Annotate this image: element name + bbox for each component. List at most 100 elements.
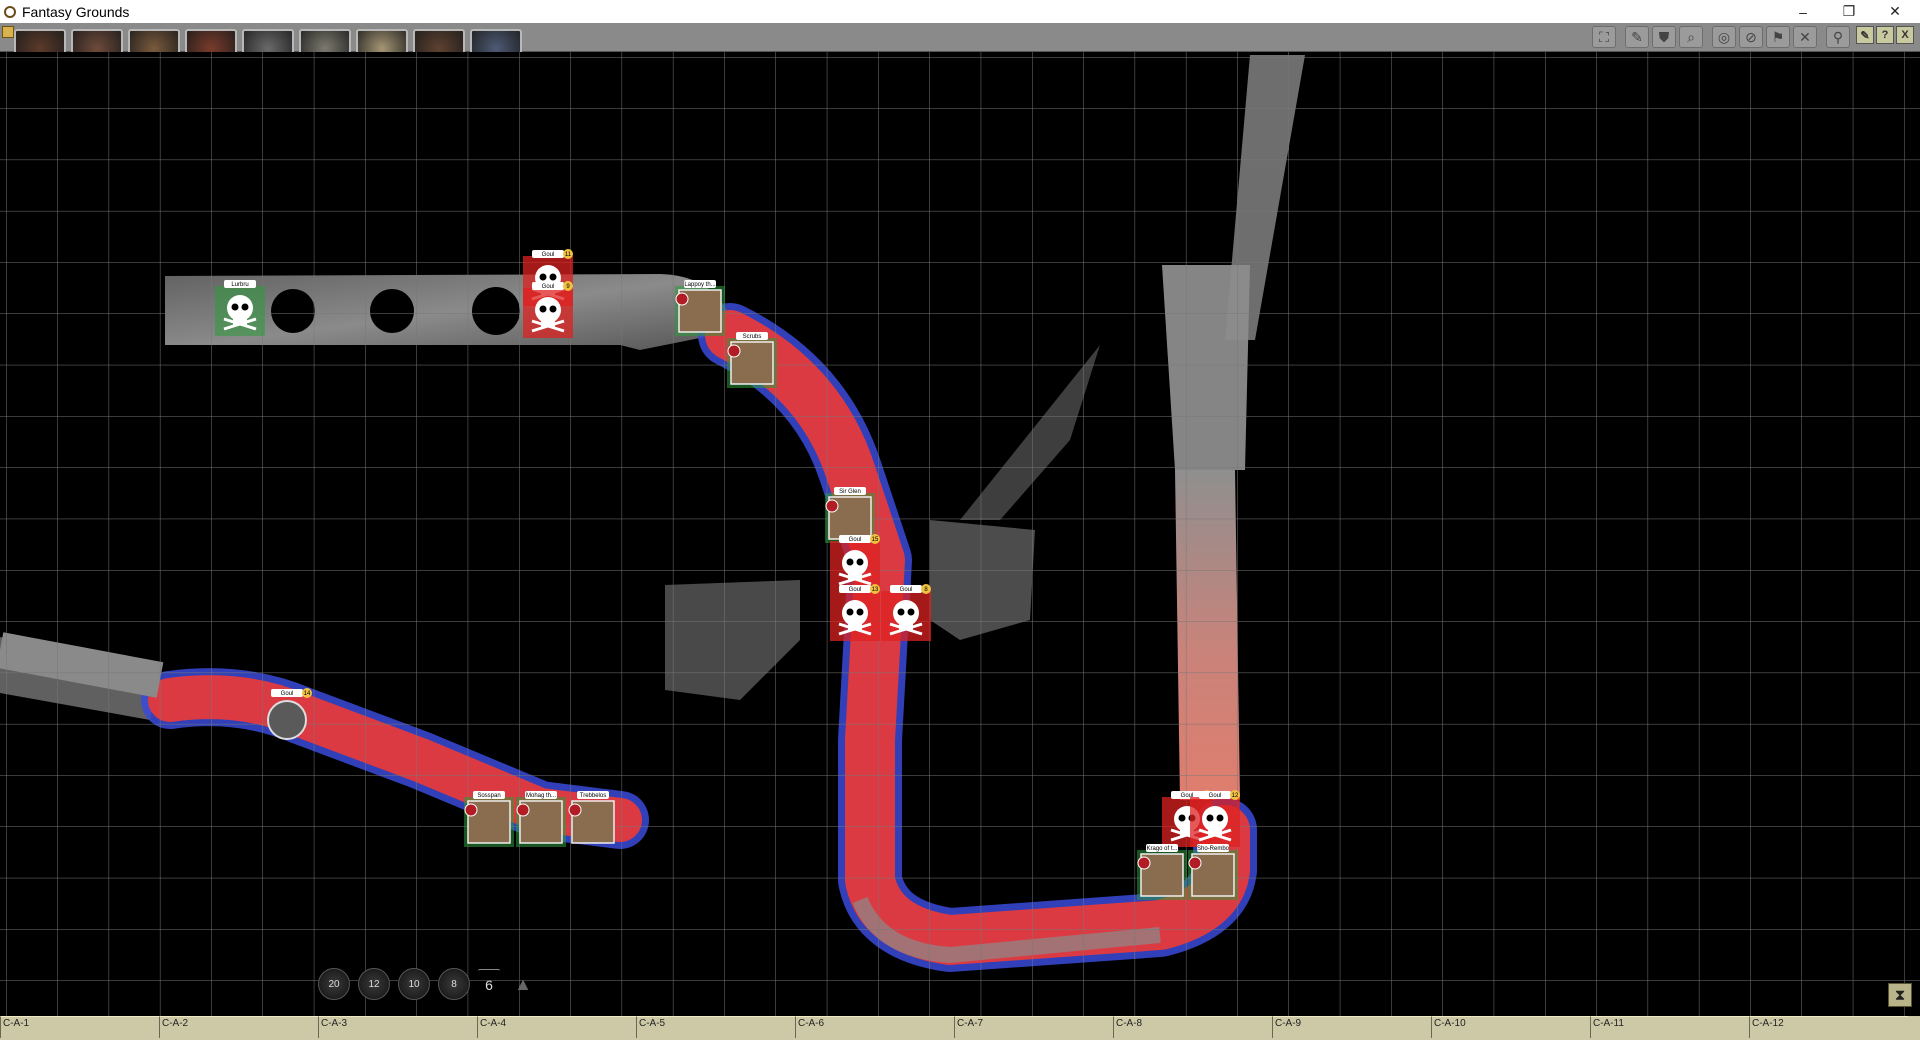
close-icon[interactable]: X <box>1896 26 1914 44</box>
dice-tray: 20 12 10 8 6 ▲ <box>318 968 538 1000</box>
map-tab-5[interactable]: C-A-5 <box>636 1016 795 1038</box>
token-8[interactable]: Goul 8 <box>881 584 931 641</box>
crossed-swords-icon[interactable]: ✕ <box>1793 26 1817 48</box>
shield-icon[interactable]: ⛊ <box>1652 26 1676 48</box>
map-tab-6[interactable]: C-A-6 <box>795 1016 954 1038</box>
fullscreen-icon[interactable]: ⛶ <box>1592 26 1616 48</box>
map-tab-1[interactable]: C-A-1 <box>0 1016 159 1038</box>
skull-eye <box>539 305 547 313</box>
npc-portrait <box>267 700 307 740</box>
app-icon <box>4 5 16 18</box>
token-15[interactable]: Krago of t... <box>1137 844 1187 900</box>
hourglass-icon[interactable]: ⧗ <box>1888 983 1912 1007</box>
lock-icon[interactable] <box>2 26 14 38</box>
token-name: Krago of t... <box>1146 846 1177 852</box>
die-2[interactable]: 10 <box>398 968 430 1000</box>
token-name: Sir Glen <box>839 489 861 495</box>
skull-eye <box>846 558 854 566</box>
skull-eye <box>549 305 557 313</box>
edit-icon[interactable]: ✎ <box>1856 26 1874 44</box>
token-2[interactable]: Goul 9 <box>523 281 573 338</box>
pin-icon[interactable]: ⚲ <box>1826 26 1850 48</box>
blood-drop-icon <box>727 344 741 358</box>
token-name: Goul <box>542 284 555 290</box>
token-7[interactable]: Goul 13 <box>830 584 880 641</box>
blood-drop-icon <box>1137 856 1151 870</box>
map-tab-2[interactable]: C-A-2 <box>159 1016 318 1038</box>
skull-eye <box>897 608 905 616</box>
skull-eye <box>231 303 239 311</box>
token-name: Goul <box>542 252 555 258</box>
initiative-value: 15 <box>872 537 879 543</box>
map-toolbar: ⛶ ✎ ⛊ ⌕ ◎ ⊘ ⚑ ✕ ⚲ <box>1592 26 1850 48</box>
map-tab-3[interactable]: C-A-3 <box>318 1016 477 1038</box>
map-tab-9[interactable]: C-A-9 <box>1272 1016 1431 1038</box>
token-name: Lurbru <box>231 282 248 288</box>
token-3[interactable]: Lappoy th... <box>675 280 725 336</box>
blood-drop-icon <box>464 803 478 817</box>
die-4[interactable]: 6 <box>478 968 500 1000</box>
map-tab-12[interactable]: C-A-12 <box>1749 1016 1908 1038</box>
skull-eye <box>241 303 249 311</box>
token-name: Goul <box>849 537 862 543</box>
token-name: Trebbelos <box>580 793 606 799</box>
map-tab-4[interactable]: C-A-4 <box>477 1016 636 1038</box>
token-name: Scrubs <box>743 334 762 340</box>
token-name: Sho-Rembo <box>1197 846 1230 852</box>
skull-eye <box>1178 814 1186 822</box>
window-title: Fantasy Grounds <box>22 3 130 20</box>
target-icon[interactable]: ◎ <box>1712 26 1736 48</box>
token-6[interactable]: Goul 15 <box>830 534 880 591</box>
blood-drop-icon <box>825 499 839 513</box>
skull-eye <box>856 558 864 566</box>
skull-eye <box>907 608 915 616</box>
token-name: Goul <box>849 587 862 593</box>
token-0[interactable]: Lurbru <box>215 280 265 336</box>
window-tools: ✎ ? X <box>1856 26 1914 44</box>
title-bar: Fantasy Grounds – ❐ ✕ <box>0 0 1920 24</box>
die-1[interactable]: 12 <box>358 968 390 1000</box>
blood-drop-icon <box>568 803 582 817</box>
token-name: Goul <box>281 691 294 697</box>
maximize-button[interactable]: ❐ <box>1826 0 1872 23</box>
token-11[interactable]: Mohag th... <box>516 791 566 847</box>
map-grid <box>0 52 1920 1016</box>
token-14[interactable]: Goul 12 <box>1190 790 1240 847</box>
map-tab-7[interactable]: C-A-7 <box>954 1016 1113 1038</box>
token-16[interactable]: Sho-Rembo <box>1188 844 1238 900</box>
bottom-tab-bar: C-A-1 C-A-2 C-A-3 C-A-4 C-A-5 C-A-6 C-A-7 C-A-8… <box>0 1016 1920 1040</box>
battle-map[interactable]: Lurbru Goul 11 Goul 9 Lappoy th... Scrubs Sir G… <box>0 52 1920 1016</box>
map-tab-8[interactable]: C-A-8 <box>1113 1016 1272 1038</box>
initiative-value: 13 <box>872 587 879 593</box>
die-0[interactable]: 20 <box>318 968 350 1000</box>
paint-icon[interactable]: ✎ <box>1625 26 1649 48</box>
blood-drop-icon <box>1188 856 1202 870</box>
blood-drop-icon <box>675 292 689 306</box>
map-tab-10[interactable]: C-A-10 <box>1431 1016 1590 1038</box>
minimize-button[interactable]: – <box>1780 0 1826 23</box>
token-name: Mohag th... <box>526 793 556 799</box>
token-name: Sosspan <box>477 793 500 799</box>
skull-eye <box>846 608 854 616</box>
token-4[interactable]: Scrubs <box>727 332 777 388</box>
close-button[interactable]: ✕ <box>1872 0 1918 23</box>
initiative-value: 14 <box>304 691 311 697</box>
skull-eye <box>1216 814 1224 822</box>
token-name: Lappoy th... <box>684 282 716 288</box>
eye-off-icon[interactable]: ⊘ <box>1739 26 1763 48</box>
token-name: Goul <box>900 587 913 593</box>
flag-icon[interactable]: ⚑ <box>1766 26 1790 48</box>
skull-eye <box>549 273 557 281</box>
skull-eye <box>539 273 547 281</box>
token-name: Goul <box>1209 793 1222 799</box>
map-tab-11[interactable]: C-A-11 <box>1590 1016 1749 1038</box>
die-3[interactable]: 8 <box>438 968 470 1000</box>
token-10[interactable]: Sosspan <box>464 791 514 847</box>
zoom-icon[interactable]: ⌕ <box>1679 26 1703 48</box>
token-5[interactable]: Sir Glen <box>825 487 875 543</box>
skull-eye <box>1206 814 1214 822</box>
blood-drop-icon <box>516 803 530 817</box>
initiative-value: 11 <box>565 252 572 258</box>
help-icon[interactable]: ? <box>1876 26 1894 44</box>
die-5[interactable]: ▲ <box>508 969 538 999</box>
